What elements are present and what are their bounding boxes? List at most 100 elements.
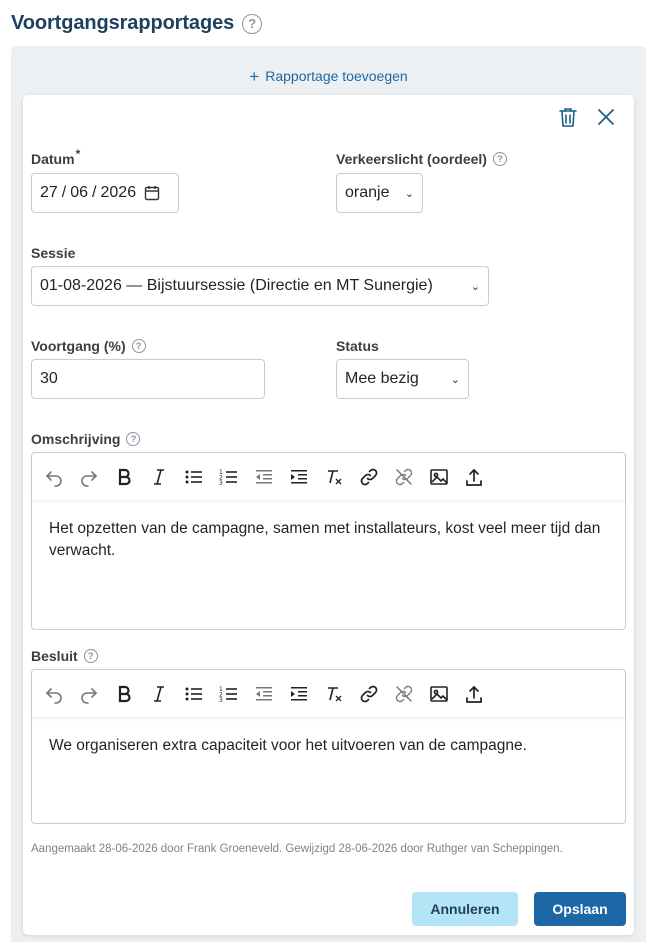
status-select[interactable]: Mee bezig ⌄ — [336, 359, 469, 399]
svg-text:3: 3 — [219, 697, 223, 704]
datum-day[interactable]: 27 — [40, 184, 58, 202]
upload-button[interactable] — [461, 464, 487, 490]
bullet-list-button[interactable] — [181, 464, 207, 490]
required-mark: * — [75, 147, 81, 161]
verkeerslicht-value: oranje — [345, 184, 390, 201]
numbered-list-icon: 123 — [219, 469, 237, 487]
image-icon — [430, 685, 448, 702]
help-icon[interactable]: ? — [131, 339, 146, 353]
unlink-button[interactable] — [391, 464, 417, 490]
bold-icon — [118, 468, 131, 485]
voortgang-input[interactable]: 30 — [31, 359, 265, 399]
svg-text:3: 3 — [219, 480, 223, 487]
redo-icon — [81, 470, 98, 487]
plus-icon: + — [249, 67, 260, 86]
indent-button[interactable] — [286, 681, 312, 707]
chevron-down-icon: ⌄ — [450, 373, 460, 386]
numbered-list-button[interactable]: 123 — [216, 681, 242, 707]
help-icon[interactable]: ? — [242, 13, 263, 34]
bullet-list-button[interactable] — [181, 681, 207, 707]
datum-input[interactable]: 27/06/2026 — [31, 173, 179, 213]
verkeerslicht-select[interactable]: oranje ⌄ — [336, 173, 423, 213]
indent-icon — [291, 469, 307, 483]
status-value: Mee bezig — [345, 370, 419, 387]
link-button[interactable] — [356, 464, 382, 490]
image-icon — [430, 468, 448, 485]
editor-toolbar: 123 — [32, 670, 625, 717]
link-icon — [360, 468, 378, 485]
help-icon[interactable]: ? — [126, 432, 141, 446]
verkeerslicht-label: Verkeerslicht (oordeel)? — [336, 151, 507, 167]
add-report-label: Rapportage toevoegen — [265, 68, 408, 84]
clear-format-button[interactable] — [321, 681, 347, 707]
upload-icon — [466, 685, 482, 703]
help-icon[interactable]: ? — [83, 649, 98, 663]
redo-button[interactable] — [76, 681, 102, 707]
link-icon — [360, 685, 378, 702]
datum-month[interactable]: 06 — [70, 184, 88, 202]
redo-button[interactable] — [76, 464, 102, 490]
besluit-label: Besluit? — [31, 648, 98, 664]
datum-label-text: Datum — [31, 151, 75, 167]
trash-icon — [559, 108, 577, 127]
bullet-list-icon — [185, 470, 202, 483]
save-button[interactable]: Opslaan — [534, 892, 626, 926]
cancel-button[interactable]: Annuleren — [412, 892, 518, 926]
link-button[interactable] — [356, 681, 382, 707]
omschrijving-editor[interactable]: 123 Het opzetten van de campagne, samen … — [31, 452, 626, 630]
image-button[interactable] — [426, 681, 452, 707]
bold-button[interactable] — [111, 681, 137, 707]
omschrijving-label-text: Omschrijving — [31, 431, 121, 447]
outdent-button[interactable] — [251, 681, 277, 707]
voortgang-label: Voortgang (%)? — [31, 338, 146, 354]
report-card: Datum * 27/06/2026 Verkeerslicht (oordeel… — [23, 95, 634, 935]
close-button[interactable] — [594, 105, 618, 129]
upload-icon — [466, 468, 482, 486]
bullet-list-icon — [185, 687, 202, 700]
clear-format-icon — [328, 469, 342, 484]
card-tools — [556, 105, 618, 129]
italic-icon — [154, 468, 164, 485]
sessie-select[interactable]: 01-08-2026 — Bijstuursessie (Directie en… — [31, 266, 489, 306]
italic-button[interactable] — [146, 464, 172, 490]
sessie-label-text: Sessie — [31, 245, 76, 261]
indent-button[interactable] — [286, 464, 312, 490]
numbered-list-button[interactable]: 123 — [216, 464, 242, 490]
besluit-editor[interactable]: 123 We organiseren extra capaciteit voor… — [31, 669, 626, 824]
delete-button[interactable] — [556, 105, 580, 129]
sessie-value: 01-08-2026 — Bijstuursessie (Directie en… — [40, 277, 433, 294]
chevron-down-icon: ⌄ — [470, 280, 480, 293]
verkeerslicht-label-text: Verkeerslicht (oordeel) — [336, 151, 487, 167]
image-button[interactable] — [426, 464, 452, 490]
page-title-text: Voortgangsrapportages — [11, 12, 235, 34]
indent-icon — [291, 686, 307, 700]
voortgang-label-text: Voortgang (%) — [31, 338, 126, 354]
help-icon[interactable]: ? — [492, 152, 507, 166]
clear-format-button[interactable] — [321, 464, 347, 490]
outdent-icon — [256, 469, 272, 483]
undo-button[interactable] — [41, 681, 67, 707]
status-label: Status — [336, 338, 379, 354]
besluit-label-text: Besluit — [31, 648, 78, 664]
omschrijving-text[interactable]: Het opzetten van de campagne, samen met … — [32, 500, 625, 562]
datum-label: Datum * — [31, 147, 80, 167]
bold-button[interactable] — [111, 464, 137, 490]
clear-format-icon — [328, 686, 342, 701]
datum-year[interactable]: 2026 — [101, 184, 137, 202]
numbered-list-icon: 123 — [219, 686, 237, 704]
add-report-link[interactable]: + Rapportage toevoegen — [11, 67, 646, 87]
outdent-button[interactable] — [251, 464, 277, 490]
redo-icon — [81, 687, 98, 704]
page-title: Voortgangsrapportages ? — [11, 12, 263, 35]
editor-toolbar: 123 — [32, 453, 625, 500]
undo-button[interactable] — [41, 464, 67, 490]
besluit-text[interactable]: We organiseren extra capaciteit voor het… — [32, 717, 625, 757]
unlink-icon — [395, 685, 413, 702]
outdent-icon — [256, 686, 272, 700]
audit-info: Aangemaakt 28-06-2026 door Frank Groenev… — [31, 843, 563, 855]
calendar-icon[interactable] — [144, 185, 160, 201]
upload-button[interactable] — [461, 681, 487, 707]
italic-button[interactable] — [146, 681, 172, 707]
unlink-button[interactable] — [391, 681, 417, 707]
omschrijving-label: Omschrijving? — [31, 431, 141, 447]
